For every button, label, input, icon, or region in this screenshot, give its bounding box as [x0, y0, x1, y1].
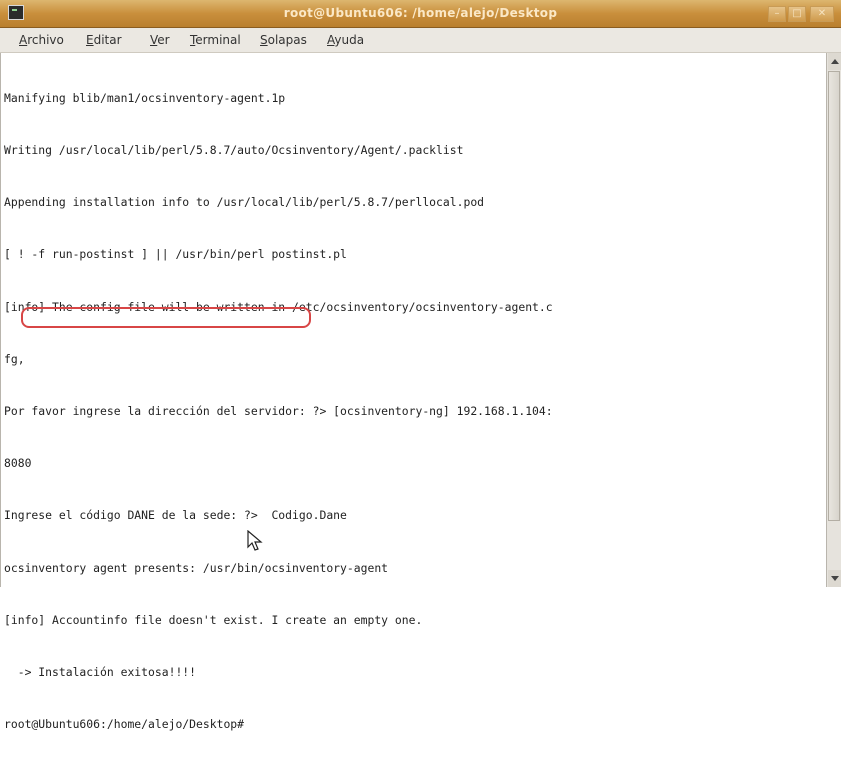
terminal-line: ocsinventory agent presents: /usr/bin/oc…: [4, 560, 389, 575]
minimize-icon: –: [774, 8, 780, 19]
terminal-lines: Manifying blib/man1/ocsinventory-agent.1…: [4, 55, 553, 768]
scroll-up-arrow-icon[interactable]: [828, 53, 841, 70]
window-titlebar[interactable]: root@Ubuntu606: /home/alejo/Desktop – □ …: [0, 0, 841, 28]
close-button[interactable]: ✕: [810, 6, 834, 22]
close-icon: ✕: [817, 8, 827, 19]
scroll-down-arrow-icon[interactable]: [828, 570, 841, 587]
menu-solapas[interactable]: Solapas: [260, 33, 307, 47]
minimize-button[interactable]: –: [768, 6, 786, 22]
terminal-line: Appending installation info to /usr/loca…: [4, 195, 485, 210]
menu-terminal[interactable]: Terminal: [190, 33, 241, 47]
maximize-button[interactable]: □: [788, 6, 806, 22]
menu-editar[interactable]: Editar: [86, 33, 122, 47]
success-highlight-circle: [21, 307, 311, 328]
mouse-cursor-icon: [247, 530, 263, 551]
terminal-line: Por favor ingrese la dirección del servi…: [4, 404, 553, 419]
terminal-prompt[interactable]: root@Ubuntu606:/home/alejo/Desktop#: [4, 716, 553, 733]
vertical-scrollbar[interactable]: [826, 53, 841, 587]
scroll-thumb[interactable]: [828, 71, 840, 521]
window-title: root@Ubuntu606: /home/alejo/Desktop: [283, 6, 558, 20]
terminal-line: Writing /usr/local/lib/perl/5.8.7/auto/O…: [4, 143, 464, 158]
maximize-icon: □: [792, 8, 802, 19]
terminal-output-area[interactable]: Manifying blib/man1/ocsinventory-agent.1…: [0, 53, 826, 731]
terminal-line-success: -> Instalación exitosa!!!!: [4, 665, 197, 680]
menu-archivo[interactable]: Archivo: [19, 33, 64, 47]
terminal-line: 8080: [4, 456, 32, 471]
menu-ver[interactable]: Ver: [150, 33, 170, 47]
terminal-line: Ingrese el código DANE de la sede: ?> Co…: [4, 508, 347, 523]
terminal-line: [info] Accountinfo file doesn't exist. I…: [4, 612, 423, 627]
terminal-line: Manifying blib/man1/ocsinventory-agent.1…: [4, 90, 286, 105]
menu-ayuda[interactable]: Ayuda: [327, 33, 364, 47]
terminal-line: fg,: [4, 351, 25, 366]
menubar: Archivo Editar Ver Terminal Solapas Ayud…: [0, 28, 841, 53]
terminal-line: [ ! -f run-postinst ] || /usr/bin/perl p…: [4, 247, 347, 262]
